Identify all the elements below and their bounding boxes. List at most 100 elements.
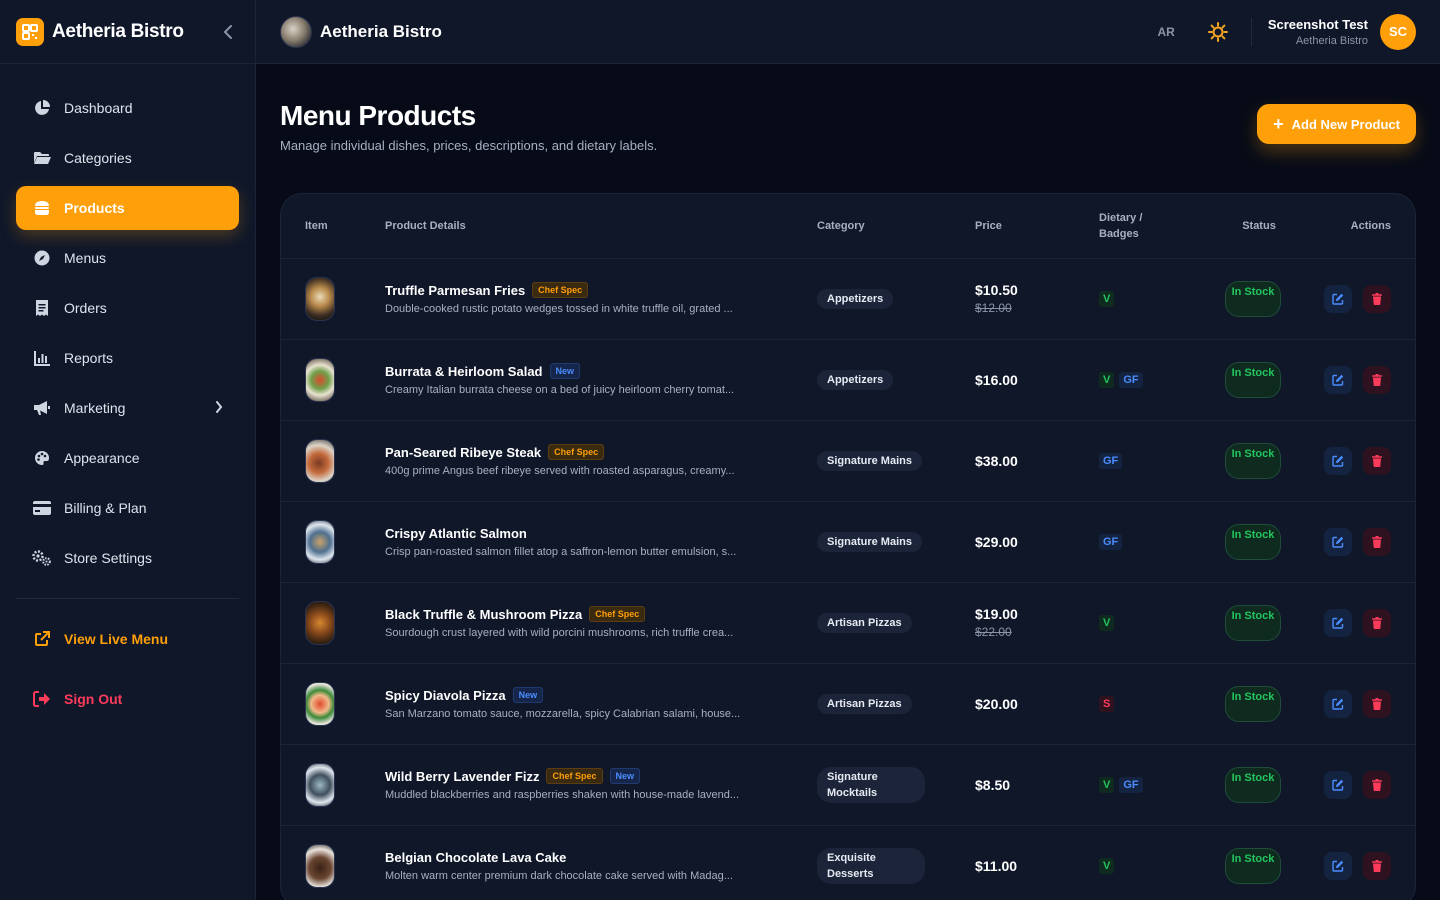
product-description: Molten warm center premium dark chocolat…: [385, 869, 733, 882]
sidebar-item-dashboard[interactable]: Dashboard: [16, 86, 239, 130]
edit-button[interactable]: [1324, 689, 1352, 718]
edit-button[interactable]: [1324, 608, 1352, 637]
edit-button[interactable]: [1324, 446, 1352, 475]
sidebar-item-categories[interactable]: Categories: [16, 136, 239, 180]
product-name-line: Wild Berry Lavender Fizz Chef Spec New: [385, 768, 817, 784]
price: $20.00: [975, 695, 1018, 712]
product-name: Pan-Seared Ribeye Steak: [385, 444, 542, 460]
status-badge[interactable]: In Stock: [1225, 523, 1281, 560]
edit-button[interactable]: [1324, 851, 1352, 880]
edit-button[interactable]: [1324, 770, 1352, 799]
status-badge[interactable]: In Stock: [1225, 361, 1281, 398]
topbar-actions: AR Screenshot Test Aetheria Bistro SC: [1157, 13, 1416, 50]
dietary-tags: V: [1099, 857, 1209, 874]
status-cell: In Stock: [1209, 825, 1309, 900]
status-badge[interactable]: In Stock: [1225, 766, 1281, 803]
edit-button[interactable]: [1324, 284, 1352, 313]
chart-pie-icon: [32, 98, 52, 118]
category-cell: Exquisite Desserts: [817, 825, 975, 900]
price-cell: $38.00: [975, 420, 1099, 502]
category-cell: Signature Mains: [817, 501, 975, 583]
receipt-icon: [32, 298, 52, 318]
sidebar-item-store-settings[interactable]: Store Settings: [16, 536, 239, 580]
product-description: Double-cooked rustic potato wedges tosse…: [385, 303, 733, 315]
view-live-menu-label: View Live Menu: [64, 631, 168, 647]
category-pill: Appetizers: [817, 288, 894, 309]
store-name: Aetheria Bistro: [320, 21, 442, 41]
sidebar-item-products[interactable]: Products: [16, 186, 239, 230]
external-link-icon: [32, 629, 52, 649]
price: $10.50: [975, 282, 1018, 298]
product-description: Crisp pan-roasted salmon fillet atop a s…: [385, 545, 737, 558]
view-live-menu-link[interactable]: View Live Menu: [16, 617, 239, 661]
category-cell: Signature Mains: [817, 420, 975, 502]
old-price: $22.00: [975, 625, 1012, 639]
table-row: Truffle Parmesan Fries Chef Spec Double-c…: [281, 258, 1415, 340]
topbar: Aetheria Bistro AR Screenshot Test Aethe…: [256, 0, 1440, 64]
trash-icon: [1372, 373, 1382, 386]
sidebar: Aetheria Bistro Dashboard Categories Pro…: [0, 0, 256, 900]
row-actions: [1309, 608, 1391, 637]
sidebar-item-orders[interactable]: Orders: [16, 286, 239, 330]
edit-button[interactable]: [1324, 365, 1352, 394]
sign-out-button[interactable]: Sign Out: [16, 677, 239, 721]
language-toggle-button[interactable]: AR: [1157, 25, 1174, 39]
edit-button[interactable]: [1324, 527, 1352, 556]
header-category: Category: [817, 194, 975, 259]
status-badge[interactable]: In Stock: [1225, 604, 1281, 641]
status-badge[interactable]: In Stock: [1225, 442, 1281, 479]
user-store: Aetheria Bistro: [1295, 34, 1368, 47]
status-badge[interactable]: In Stock: [1225, 280, 1281, 317]
delete-button[interactable]: [1363, 851, 1391, 880]
header-dietary-label: Dietary / Badges: [1099, 211, 1143, 240]
dietary-tag: GF: [1119, 776, 1143, 793]
edit-icon: [1332, 293, 1344, 305]
delete-button[interactable]: [1363, 284, 1391, 313]
price-cell: $11.00: [975, 825, 1099, 900]
theme-toggle-button[interactable]: [1207, 21, 1229, 43]
actions-cell: [1309, 663, 1415, 745]
delete-button[interactable]: [1363, 527, 1391, 556]
sidebar-item-marketing[interactable]: Marketing: [16, 386, 239, 430]
delete-button[interactable]: [1363, 446, 1391, 475]
item-cell: [281, 582, 385, 664]
price: $16.00: [975, 371, 1018, 388]
table-row: Wild Berry Lavender Fizz Chef Spec New Mud…: [281, 744, 1415, 826]
row-actions: [1309, 851, 1391, 880]
dietary-tag: V: [1099, 776, 1115, 793]
sidebar-item-reports[interactable]: Reports: [16, 336, 239, 380]
table-body: Truffle Parmesan Fries Chef Spec Double-c…: [281, 258, 1415, 900]
details-cell: Truffle Parmesan Fries Chef Spec Double-c…: [385, 258, 817, 340]
status-badge[interactable]: In Stock: [1225, 847, 1281, 884]
dietary-tag: GF: [1099, 533, 1123, 550]
product-badge-chef: Chef Spec: [589, 606, 646, 622]
sidebar-item-label: Billing & Plan: [64, 500, 147, 516]
table-row: Spicy Diavola Pizza New San Marzano tomat…: [281, 663, 1415, 745]
row-actions: [1309, 689, 1391, 718]
sidebar-item-billing[interactable]: Billing & Plan: [16, 486, 239, 530]
edit-icon: [1332, 860, 1344, 872]
dietary-cell: GF: [1099, 501, 1209, 583]
chevron-right-icon: [215, 400, 223, 416]
header-actions: Actions: [1309, 194, 1415, 259]
item-cell: [281, 420, 385, 502]
price: $38.00: [975, 452, 1018, 469]
dietary-tags: GF: [1099, 533, 1209, 550]
sidebar-item-appearance[interactable]: Appearance: [16, 436, 239, 480]
user-info[interactable]: Screenshot Test Aetheria Bistro: [1268, 17, 1368, 47]
avatar[interactable]: SC: [1380, 13, 1416, 50]
sidebar-item-label: Appearance: [64, 450, 140, 466]
collapse-sidebar-button[interactable]: [217, 21, 239, 43]
price-cell: $8.50: [975, 744, 1099, 826]
edit-icon: [1332, 617, 1344, 629]
dietary-tags: V GF: [1099, 776, 1209, 793]
delete-button[interactable]: [1363, 365, 1391, 394]
add-new-product-button[interactable]: + Add New Product: [1257, 104, 1416, 144]
dietary-tags: V GF: [1099, 371, 1209, 388]
delete-button[interactable]: [1363, 770, 1391, 799]
sidebar-item-menus[interactable]: Menus: [16, 236, 239, 280]
category-pill: Artisan Pizzas: [817, 612, 912, 633]
delete-button[interactable]: [1363, 608, 1391, 637]
delete-button[interactable]: [1363, 689, 1391, 718]
status-badge[interactable]: In Stock: [1225, 685, 1281, 722]
